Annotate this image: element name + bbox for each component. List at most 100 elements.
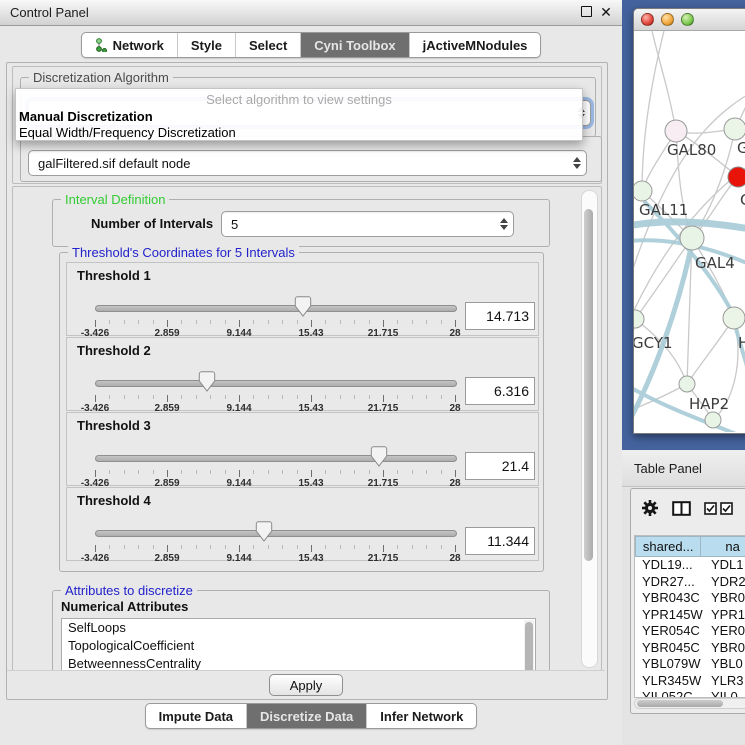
network-view-window: GAL80 GA C GAL11 GAL4 GCY1 H HAP2 bbox=[633, 8, 745, 434]
tab-style[interactable]: Style bbox=[178, 33, 236, 57]
slider-thumb[interactable] bbox=[256, 521, 273, 542]
slider-track[interactable] bbox=[95, 380, 457, 387]
table-cell[interactable]: YPR145W bbox=[635, 607, 703, 624]
close-traffic-light[interactable] bbox=[641, 13, 654, 26]
node-red-selected[interactable] bbox=[728, 167, 745, 187]
network-canvas[interactable]: GAL80 GA C GAL11 GAL4 GCY1 H HAP2 bbox=[634, 31, 745, 432]
table-cell[interactable]: YPR1 bbox=[703, 607, 745, 624]
dropdown-option-manual[interactable]: Manual Discretization bbox=[16, 109, 582, 125]
threshold-4-value-input[interactable] bbox=[465, 527, 535, 555]
apply-button[interactable]: Apply bbox=[269, 674, 344, 696]
tab-cyni-toolbox[interactable]: Cyni Toolbox bbox=[301, 33, 409, 57]
table-row[interactable]: YIL052CYIL0 bbox=[635, 689, 745, 698]
threshold-1-value-input[interactable] bbox=[465, 302, 535, 330]
slider-track[interactable] bbox=[95, 455, 457, 462]
combo-arrows-icon bbox=[568, 151, 586, 175]
table-cell[interactable]: YBR0 bbox=[703, 590, 745, 607]
table-row[interactable]: YDR27...YDR2 bbox=[635, 574, 745, 591]
minimize-traffic-light[interactable] bbox=[661, 13, 674, 26]
table-cell[interactable]: YBR043C bbox=[635, 590, 703, 607]
table-hscrollbar[interactable] bbox=[634, 698, 745, 709]
table-cell[interactable]: YDL19... bbox=[635, 557, 703, 574]
table-cell[interactable]: YER054C bbox=[635, 623, 703, 640]
list-item[interactable]: BetweennessCentrality bbox=[62, 655, 535, 671]
table-cell[interactable]: YLR345W bbox=[635, 673, 703, 690]
threshold-4-slider[interactable]: -3.4262.8599.14415.4321.71528 bbox=[95, 516, 455, 560]
tick-mark bbox=[124, 320, 125, 324]
node-gal4[interactable] bbox=[680, 226, 704, 250]
column-header-name[interactable]: na bbox=[701, 536, 745, 557]
table-row[interactable]: YBR043CYBR0 bbox=[635, 590, 745, 607]
node-ga[interactable] bbox=[724, 118, 745, 140]
tab-network[interactable]: Network bbox=[82, 33, 178, 57]
numerical-attributes-list[interactable]: SelfLoopsTopologicalCoefficientBetweenne… bbox=[61, 618, 536, 671]
tick-mark bbox=[282, 320, 283, 324]
slider-track[interactable] bbox=[95, 305, 457, 312]
network-window-titlebar[interactable] bbox=[634, 9, 745, 31]
node-hap2[interactable] bbox=[679, 376, 695, 392]
table-cell[interactable]: YBR0 bbox=[703, 640, 745, 657]
threshold-1-slider[interactable]: -3.4262.8599.14415.4321.71528 bbox=[95, 291, 455, 335]
node-gal80[interactable] bbox=[665, 120, 687, 142]
tick-mark bbox=[369, 395, 370, 399]
table-cell[interactable]: YDR2 bbox=[703, 574, 745, 591]
node-gal11[interactable] bbox=[634, 181, 652, 201]
table-row[interactable]: YER054CYER0 bbox=[635, 623, 745, 640]
tick-mark bbox=[412, 395, 413, 399]
cyni-toolbox-panel: Discretization Algorithm Table Data galF… bbox=[6, 62, 608, 700]
table-row[interactable]: YDL19...YDL1 bbox=[635, 557, 745, 574]
threshold-3-value-input[interactable] bbox=[465, 452, 535, 480]
table-cell[interactable]: YBR045C bbox=[635, 640, 703, 657]
threshold-3-slider[interactable]: -3.4262.8599.14415.4321.71528 bbox=[95, 441, 455, 485]
table-row[interactable]: YLR345WYLR3 bbox=[635, 673, 745, 690]
float-icon[interactable] bbox=[576, 5, 596, 20]
slider-track[interactable] bbox=[95, 530, 457, 537]
table-cell[interactable]: YER0 bbox=[703, 623, 745, 640]
split-columns-icon[interactable] bbox=[672, 501, 691, 516]
node-h[interactable] bbox=[723, 307, 745, 329]
checkbox-icon[interactable] bbox=[704, 502, 717, 515]
panel-scrollbar[interactable] bbox=[581, 190, 598, 668]
dropdown-placeholder-item[interactable]: Select algorithm to view settings bbox=[16, 89, 582, 109]
slider-thumb[interactable] bbox=[294, 296, 311, 317]
node-label-ga: GA bbox=[737, 139, 745, 157]
number-of-intervals-combobox[interactable]: 5 bbox=[221, 211, 514, 237]
table-row[interactable]: YBR045CYBR0 bbox=[635, 640, 745, 657]
tab-infer-network[interactable]: Infer Network bbox=[367, 704, 476, 728]
list-scrollbar[interactable] bbox=[524, 620, 534, 671]
tab-discretize-data[interactable]: Discretize Data bbox=[247, 704, 367, 728]
table-cell[interactable]: YDL1 bbox=[703, 557, 745, 574]
tick-mark bbox=[109, 320, 110, 324]
tab-select[interactable]: Select bbox=[236, 33, 301, 57]
panel-scrollbar-thumb[interactable] bbox=[584, 209, 593, 561]
table-hscrollbar-thumb[interactable] bbox=[637, 700, 723, 707]
table-cell[interactable]: YIL0 bbox=[703, 689, 745, 698]
slider-thumb[interactable] bbox=[371, 446, 388, 467]
threshold-2-slider[interactable]: -3.4262.8599.14415.4321.71528 bbox=[95, 366, 455, 410]
node-bottom[interactable] bbox=[705, 412, 721, 428]
table-row[interactable]: YPR145WYPR1 bbox=[635, 607, 745, 624]
tick-mark bbox=[181, 545, 182, 549]
table-cell[interactable]: YBL079W bbox=[635, 656, 703, 673]
table-data-combobox[interactable]: galFiltered.sif default node bbox=[28, 150, 587, 176]
slider-thumb[interactable] bbox=[198, 371, 215, 392]
list-scrollbar-thumb[interactable] bbox=[525, 622, 533, 671]
list-item[interactable]: SelfLoops bbox=[62, 619, 535, 637]
table-cell[interactable]: YIL052C bbox=[635, 689, 703, 698]
list-item[interactable]: TopologicalCoefficient bbox=[62, 637, 535, 655]
checkbox-icon[interactable] bbox=[720, 502, 733, 515]
tab-impute-data[interactable]: Impute Data bbox=[146, 704, 247, 728]
table-row[interactable]: YBL079WYBL0 bbox=[635, 656, 745, 673]
threshold-2-value-input[interactable] bbox=[465, 377, 535, 405]
close-icon[interactable]: ✕ bbox=[596, 4, 616, 21]
gear-icon[interactable] bbox=[641, 499, 659, 517]
tab-jactivemnodules[interactable]: jActiveMNodules bbox=[410, 33, 541, 57]
table-cell[interactable]: YDR27... bbox=[635, 574, 703, 591]
zoom-traffic-light[interactable] bbox=[681, 13, 694, 26]
table-cell[interactable]: YLR3 bbox=[703, 673, 745, 690]
column-header-shared[interactable]: shared... bbox=[635, 536, 701, 557]
tick-mark bbox=[340, 395, 341, 399]
table-cell[interactable]: YBL0 bbox=[703, 656, 745, 673]
tick-mark bbox=[153, 320, 154, 324]
dropdown-option-equal-width[interactable]: Equal Width/Frequency Discretization bbox=[16, 125, 582, 141]
